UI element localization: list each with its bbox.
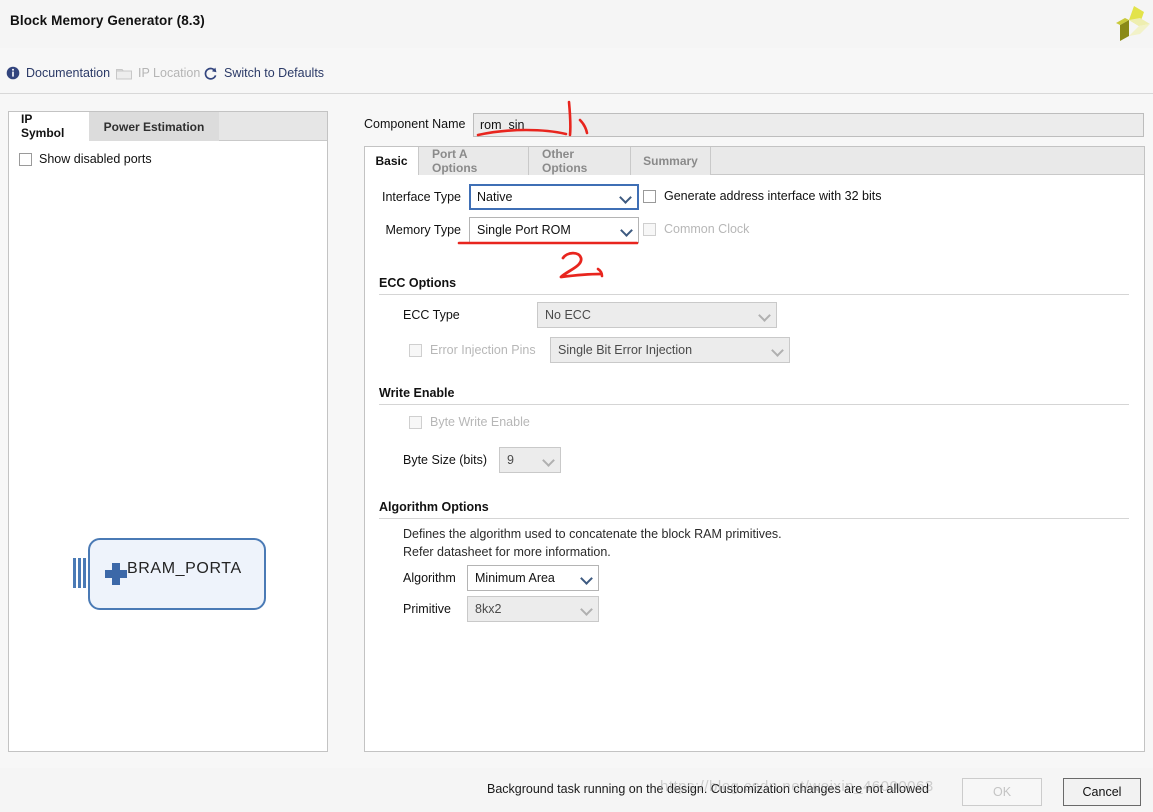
component-name-row: Component Name <box>364 113 1144 137</box>
ecc-options-title: ECC Options <box>379 276 457 290</box>
ecc-type-value: No ECC <box>545 308 591 322</box>
error-injection-pins-label: Error Injection Pins <box>430 343 536 357</box>
algorithm-help-line-1: Defines the algorithm used to concatenat… <box>403 527 782 541</box>
tab-port-a-options[interactable]: Port A Options <box>419 147 529 175</box>
bus-bars-icon <box>73 558 89 588</box>
interface-type-label: Interface Type <box>382 190 461 204</box>
write-enable-title: Write Enable <box>379 386 455 400</box>
title-bar: Block Memory Generator (8.3) <box>0 0 1153 48</box>
options-tabstrip: Basic Port A Options Other Options Summa… <box>365 147 1144 175</box>
primitive-row: Primitive 8kx2 <box>403 596 803 622</box>
chevron-down-icon <box>621 192 630 201</box>
options-tab-panel: Basic Port A Options Other Options Summa… <box>364 146 1145 752</box>
byte-write-enable-label: Byte Write Enable <box>430 415 530 429</box>
status-message: Background task running on the design. C… <box>487 782 929 796</box>
component-name-input[interactable] <box>473 113 1144 137</box>
tab-other-options[interactable]: Other Options <box>529 147 631 175</box>
show-disabled-ports-checkbox[interactable]: Show disabled ports <box>19 152 152 166</box>
plus-icon[interactable] <box>105 563 127 585</box>
error-injection-type-value: Single Bit Error Injection <box>558 343 693 357</box>
algorithm-value: Minimum Area <box>475 571 555 585</box>
application-window: Block Memory Generator (8.3) Documentati… <box>0 0 1153 812</box>
ip-location-link[interactable]: IP Location <box>116 58 200 88</box>
error-injection-pins-row: Error Injection Pins Single Bit Error In… <box>409 337 1029 363</box>
ip-symbol-tabstrip: IP Symbol Power Estimation <box>9 112 327 141</box>
checkbox-box-icon <box>19 152 32 166</box>
generate-address-interface-label: Generate address interface with 32 bits <box>664 189 882 203</box>
cancel-button[interactable]: Cancel <box>1063 778 1141 806</box>
checkbox-box-icon <box>643 222 656 236</box>
folder-icon <box>116 67 132 80</box>
info-circle-icon <box>6 66 20 80</box>
footer-bar: Background task running on the design. C… <box>0 768 1153 812</box>
primitive-value: 8kx2 <box>475 602 502 616</box>
algorithm-select[interactable]: Minimum Area <box>467 565 599 591</box>
chevron-down-icon <box>582 604 591 613</box>
ok-button[interactable]: OK <box>962 778 1042 806</box>
algorithm-label: Algorithm <box>403 571 456 585</box>
byte-size-label: Byte Size (bits) <box>403 453 488 467</box>
byte-size-value: 9 <box>507 453 514 467</box>
chevron-down-icon <box>582 573 591 582</box>
error-injection-type-select[interactable]: Single Bit Error Injection <box>550 337 790 363</box>
xilinx-pinwheel-logo-icon <box>1112 4 1152 46</box>
write-enable-rule <box>379 404 1129 405</box>
documentation-label: Documentation <box>26 66 111 80</box>
tab-summary[interactable]: Summary <box>631 147 711 175</box>
memory-type-row: Memory Type Single Port ROM <box>379 216 899 244</box>
primitive-label: Primitive <box>403 602 451 616</box>
tab-ip-symbol[interactable]: IP Symbol <box>9 112 89 141</box>
bram-porta-label: BRAM_PORTA <box>127 560 242 577</box>
documentation-link[interactable]: Documentation <box>6 58 110 88</box>
chevron-down-icon <box>544 455 553 464</box>
memory-type-select[interactable]: Single Port ROM <box>469 217 639 243</box>
algorithm-help-line-2: Refer datasheet for more information. <box>403 545 611 559</box>
interface-type-value: Native <box>477 190 513 204</box>
ecc-type-select[interactable]: No ECC <box>537 302 777 328</box>
chevron-down-icon <box>773 345 782 354</box>
byte-write-enable-checkbox[interactable]: Byte Write Enable <box>409 415 530 429</box>
page-title: Block Memory Generator (8.3) <box>10 13 205 28</box>
ip-symbol-panel: IP Symbol Power Estimation Show disabled… <box>8 111 328 752</box>
switch-to-defaults-label: Switch to Defaults <box>224 66 325 80</box>
algorithm-row: Algorithm Minimum Area <box>403 565 803 591</box>
checkbox-box-icon[interactable] <box>409 343 422 357</box>
bram-porta-symbol[interactable]: BRAM_PORTA <box>69 532 279 617</box>
byte-size-select[interactable]: 9 <box>499 447 561 473</box>
chevron-down-icon <box>760 310 769 319</box>
checkbox-box-icon <box>409 415 422 429</box>
common-clock-checkbox[interactable]: Common Clock <box>643 222 749 236</box>
algorithm-options-title: Algorithm Options <box>379 500 489 514</box>
chevron-down-icon <box>622 225 631 234</box>
ecc-type-label: ECC Type <box>403 308 460 322</box>
common-clock-label: Common Clock <box>664 222 750 236</box>
generate-address-interface-checkbox[interactable]: Generate address interface with 32 bits <box>643 189 881 203</box>
algorithm-options-rule <box>379 518 1129 519</box>
tab-basic[interactable]: Basic <box>365 147 419 175</box>
ecc-type-row: ECC Type No ECC <box>403 302 1023 328</box>
refresh-icon <box>203 66 218 81</box>
byte-size-row: Byte Size (bits) 9 <box>403 447 803 473</box>
ecc-options-rule <box>379 294 1129 295</box>
checkbox-box-icon <box>643 189 656 203</box>
toolbar: Documentation IP Location Switch to Defa… <box>0 58 1153 88</box>
interface-type-select[interactable]: Native <box>469 184 639 210</box>
tab-power-estimation[interactable]: Power Estimation <box>89 112 219 141</box>
primitive-select[interactable]: 8kx2 <box>467 596 599 622</box>
switch-to-defaults-link[interactable]: Switch to Defaults <box>203 58 324 88</box>
component-name-label: Component Name <box>364 117 466 131</box>
memory-type-value: Single Port ROM <box>477 223 571 237</box>
memory-type-label: Memory Type <box>385 223 462 237</box>
header-divider <box>0 93 1153 94</box>
ip-location-label: IP Location <box>138 66 201 80</box>
show-disabled-ports-label: Show disabled ports <box>39 152 152 166</box>
